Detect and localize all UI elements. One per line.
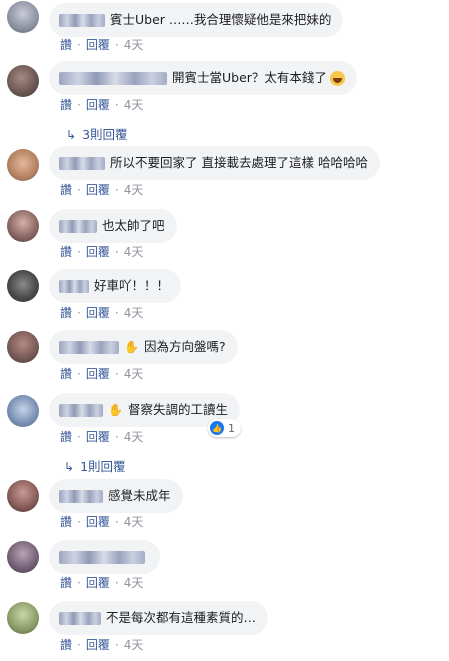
commenter-name[interactable] xyxy=(59,279,89,293)
comment-actions: 讚 · 回覆 · 4天 xyxy=(60,367,144,381)
reply-link[interactable]: 回覆 xyxy=(86,98,110,112)
like-link[interactable]: 讚 xyxy=(60,245,72,259)
like-link[interactable]: 讚 xyxy=(60,638,72,652)
comment-actions: 讚 · 回覆 · 4天 xyxy=(60,98,144,112)
reply-link[interactable]: 回覆 xyxy=(86,515,110,529)
comment-text: 賓士Uber ……我合理懷疑他是來把妹的 xyxy=(110,12,332,27)
avatar[interactable] xyxy=(7,210,39,242)
reply-link[interactable]: 回覆 xyxy=(86,183,110,197)
timestamp[interactable]: 4天 xyxy=(124,638,144,652)
comment-bubble: 所以不要回家了 直接載去處理了這樣 哈哈哈哈 xyxy=(49,146,380,180)
timestamp[interactable]: 4天 xyxy=(124,183,144,197)
like-link[interactable]: 讚 xyxy=(60,576,72,590)
avatar[interactable] xyxy=(7,541,39,573)
comment-actions: 讚 · 回覆 · 4天 xyxy=(60,38,144,52)
comment-bubble: 好車吖！！！ xyxy=(49,269,182,303)
like-link[interactable]: 讚 xyxy=(60,183,72,197)
comment-text: 好車吖！！！ xyxy=(94,278,170,293)
reply-link[interactable]: 回覆 xyxy=(86,576,110,590)
avatar[interactable] xyxy=(7,65,39,97)
commenter-name[interactable] xyxy=(59,489,103,503)
timestamp[interactable]: 4天 xyxy=(124,38,144,52)
avatar[interactable] xyxy=(7,331,39,363)
timestamp[interactable]: 4天 xyxy=(124,430,144,444)
comment-text: 因為方向盤嗎? xyxy=(143,339,226,354)
comment-actions: 讚 · 回覆 · 4天 xyxy=(60,306,144,320)
timestamp[interactable]: 4天 xyxy=(124,367,144,381)
timestamp[interactable]: 4天 xyxy=(124,98,144,112)
like-link[interactable]: 讚 xyxy=(60,98,72,112)
avatar[interactable] xyxy=(7,395,39,427)
commenter-name[interactable] xyxy=(59,550,145,564)
commenter-name[interactable] xyxy=(59,611,101,625)
replies-count: 3則回覆 xyxy=(82,127,128,142)
comment-actions: 讚 · 回覆 · 4天 xyxy=(60,576,144,590)
comment-text: 開賓士當Uber？太有本錢了 xyxy=(172,70,327,85)
comment-actions: 讚 · 回覆 · 4天 xyxy=(60,638,144,652)
avatar[interactable] xyxy=(7,480,39,512)
reaction-badge[interactable]: 👍 1 xyxy=(208,419,241,437)
view-replies-link[interactable]: ↳ 3則回覆 xyxy=(66,124,128,143)
commenter-name[interactable] xyxy=(59,219,97,233)
timestamp[interactable]: 4天 xyxy=(124,515,144,529)
comment-bubble: ✋ 因為方向盤嗎? xyxy=(49,330,238,364)
commenter-name[interactable] xyxy=(59,13,105,27)
timestamp[interactable]: 4天 xyxy=(124,576,144,590)
commenter-name[interactable] xyxy=(59,340,119,354)
laughing-emoji-icon xyxy=(329,70,345,86)
reply-link[interactable]: 回覆 xyxy=(86,245,110,259)
comment-text: 不是每次都有這種素質的… xyxy=(106,610,257,625)
reply-link[interactable]: 回覆 xyxy=(86,306,110,320)
commenter-name[interactable] xyxy=(59,403,103,417)
reply-link[interactable]: 回覆 xyxy=(86,38,110,52)
comment-text: 也太帥了吧 xyxy=(102,218,165,233)
like-link[interactable]: 讚 xyxy=(60,515,72,529)
like-link[interactable]: 讚 xyxy=(60,430,72,444)
like-link[interactable]: 讚 xyxy=(60,38,72,52)
comment-bubble: 開賓士當Uber？太有本錢了 xyxy=(49,61,357,95)
comment-bubble xyxy=(49,540,160,574)
reply-arrow-icon: ↳ xyxy=(64,460,75,474)
reply-link[interactable]: 回覆 xyxy=(86,367,110,381)
timestamp[interactable]: 4天 xyxy=(124,245,144,259)
comment-actions: 讚 · 回覆 · 4天 xyxy=(60,245,144,259)
reply-link[interactable]: 回覆 xyxy=(86,638,110,652)
commenter-name[interactable] xyxy=(59,156,105,170)
comment-bubble: 感覺未成年 xyxy=(49,479,183,513)
comment-text: 感覺未成年 xyxy=(108,488,171,503)
avatar[interactable] xyxy=(7,1,39,33)
reply-link[interactable]: 回覆 xyxy=(86,430,110,444)
comment-bubble: 也太帥了吧 xyxy=(49,209,177,243)
comment-actions: 讚 · 回覆 · 4天 xyxy=(60,430,144,444)
wave-hand-icon: ✋ xyxy=(124,340,139,354)
commenter-name[interactable] xyxy=(59,71,167,85)
reaction-count: 1 xyxy=(228,421,235,435)
comment-actions: 讚 · 回覆 · 4天 xyxy=(60,515,144,529)
comment-bubble: 賓士Uber ……我合理懷疑他是來把妹的 xyxy=(49,3,344,37)
comment-bubble: 不是每次都有這種素質的… xyxy=(49,601,269,635)
avatar[interactable] xyxy=(7,149,39,181)
comment-actions: 讚 · 回覆 · 4天 xyxy=(60,183,144,197)
wave-hand-icon: ✋ xyxy=(108,403,123,417)
timestamp[interactable]: 4天 xyxy=(124,306,144,320)
replies-count: 1則回覆 xyxy=(80,459,126,474)
like-link[interactable]: 讚 xyxy=(60,306,72,320)
avatar[interactable] xyxy=(7,602,39,634)
reply-arrow-icon: ↳ xyxy=(66,128,77,142)
like-thumb-icon: 👍 xyxy=(210,421,224,435)
like-link[interactable]: 讚 xyxy=(60,367,72,381)
comment-text: 所以不要回家了 直接載去處理了這樣 哈哈哈哈 xyxy=(110,155,368,170)
view-replies-link[interactable]: ↳ 1則回覆 xyxy=(64,456,126,475)
avatar[interactable] xyxy=(7,270,39,302)
